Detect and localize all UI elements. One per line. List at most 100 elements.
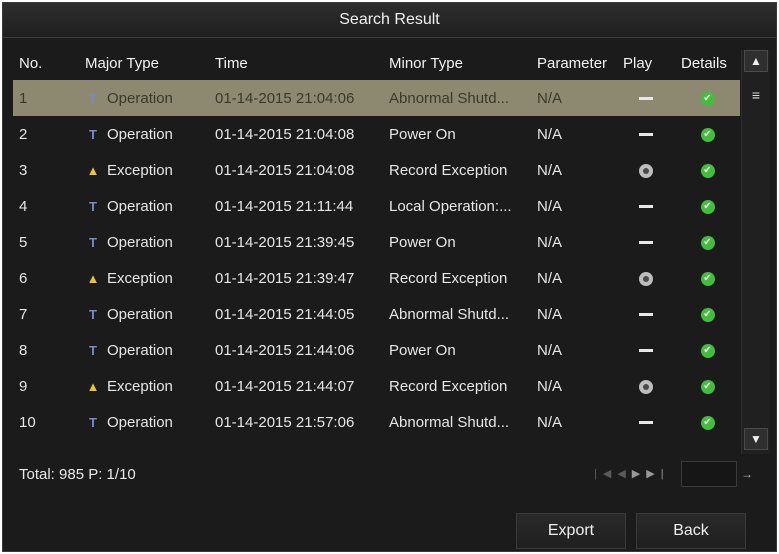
table-row[interactable]: 10 T Operation 01-14-2015 21:57:06 Abnormal …	[13, 404, 740, 440]
table-row[interactable]: 4 T Operation 01-14-2015 21:11:44 Local Oper…	[13, 188, 740, 224]
next-page-icon[interactable]: ▶	[632, 468, 646, 480]
check-icon[interactable]: ✔	[700, 127, 715, 142]
cell-major-type: ▲ Exception	[79, 260, 209, 296]
play-icon[interactable]	[639, 271, 653, 286]
cell-major-type: T Operation	[79, 332, 209, 368]
col-header-no[interactable]: No.	[13, 46, 79, 80]
col-header-major-type[interactable]: Major Type	[79, 46, 209, 80]
operation-icon: T	[89, 306, 97, 322]
pagination-bar: Total: 985 P: 1/10 |◀◀▶▶| →	[11, 461, 769, 489]
cell-minor-type: Record Exception	[389, 269, 508, 287]
scroll-thumb-icon[interactable]: ≡	[746, 88, 766, 102]
scroll-up-icon[interactable]: ▲	[744, 50, 768, 72]
cell-time: 01-14-2015 21:44:07	[215, 377, 355, 395]
table-row[interactable]: 5 T Operation 01-14-2015 21:39:45 Power On N/…	[13, 224, 740, 260]
export-button[interactable]: Export	[516, 513, 626, 549]
cell-parameter: N/A	[537, 233, 563, 251]
cell-time: 01-14-2015 21:57:06	[215, 413, 355, 431]
warning-icon: ▲	[86, 162, 100, 178]
cell-minor-type: Power On	[389, 233, 456, 251]
cell-major-type: T Operation	[79, 80, 209, 116]
check-icon[interactable]: ✔	[700, 91, 715, 106]
cell-minor-type: Abnormal Shutd...	[389, 89, 510, 107]
table-header-row: No. Major Type Time Minor Type Parameter…	[13, 46, 740, 80]
cell-no: 3	[19, 161, 28, 179]
cell-no: 9	[19, 377, 28, 395]
cell-details: ✔	[675, 368, 740, 404]
cell-major-type: T Operation	[79, 224, 209, 260]
table-row[interactable]: 3 ▲ Exception 01-14-2015 21:04:08 Record Exc…	[13, 152, 740, 188]
table-row[interactable]: 9 ▲ Exception 01-14-2015 21:44:07 Record Exc…	[13, 368, 740, 404]
cell-major-type: ▲ Exception	[79, 368, 209, 404]
check-icon[interactable]: ✔	[700, 343, 715, 358]
operation-icon: T	[89, 126, 97, 142]
scroll-down-icon[interactable]: ▼	[744, 428, 768, 450]
check-icon[interactable]: ✔	[700, 307, 715, 322]
col-header-details[interactable]: Details	[675, 46, 740, 80]
cell-major-type: T Operation	[79, 404, 209, 440]
cell-play	[617, 80, 675, 116]
table-row[interactable]: 2 T Operation 01-14-2015 21:04:08 Power On N/…	[13, 116, 740, 152]
play-icon[interactable]	[639, 163, 653, 178]
check-icon[interactable]: ✔	[700, 415, 715, 430]
cell-no: 4	[19, 197, 28, 215]
first-page-icon[interactable]: |◀	[594, 468, 617, 480]
cell-time: 01-14-2015 21:04:08	[215, 125, 355, 143]
check-icon[interactable]: ✔	[700, 235, 715, 250]
dash-icon	[639, 133, 653, 137]
cell-parameter: N/A	[537, 377, 563, 395]
cell-minor-type: Abnormal Shutd...	[389, 305, 510, 323]
back-button[interactable]: Back	[636, 513, 746, 549]
cell-minor-type: Abnormal Shutd...	[389, 413, 510, 431]
cell-details: ✔	[675, 188, 740, 224]
cell-parameter: N/A	[537, 305, 563, 323]
col-header-parameter[interactable]: Parameter	[531, 46, 617, 80]
col-header-minor-type[interactable]: Minor Type	[383, 46, 531, 80]
col-header-time[interactable]: Time	[209, 46, 383, 80]
table-row[interactable]: 8 T Operation 01-14-2015 21:44:06 Power On N/…	[13, 332, 740, 368]
cell-parameter: N/A	[537, 341, 563, 359]
cell-minor-type: Power On	[389, 341, 456, 359]
play-icon[interactable]	[639, 379, 653, 394]
major-type-label: Operation	[107, 341, 173, 359]
table-row[interactable]: 1 T Operation 01-14-2015 21:04:06 Abnormal S…	[13, 80, 740, 116]
cell-details: ✔	[675, 296, 740, 332]
cell-play	[617, 188, 675, 224]
cell-time: 01-14-2015 21:04:08	[215, 161, 355, 179]
cell-details: ✔	[675, 224, 740, 260]
results-scrollbar[interactable]: ▲ ≡ ▼	[741, 50, 770, 454]
major-type-label: Operation	[107, 89, 173, 107]
warning-icon: ▲	[86, 378, 100, 394]
cell-play	[617, 296, 675, 332]
prev-page-icon[interactable]: ◀	[617, 468, 631, 480]
cell-no: 7	[19, 305, 28, 323]
cell-parameter: N/A	[537, 161, 563, 179]
dash-icon	[639, 241, 653, 245]
major-type-label: Exception	[107, 269, 173, 287]
cell-time: 01-14-2015 21:39:45	[215, 233, 355, 251]
table-row[interactable]: 7 T Operation 01-14-2015 21:44:05 Abnormal S…	[13, 296, 740, 332]
go-page-icon[interactable]: →	[741, 467, 753, 481]
cell-major-type: T Operation	[79, 116, 209, 152]
operation-icon: T	[89, 414, 97, 430]
cell-details: ✔	[675, 332, 740, 368]
cell-parameter: N/A	[537, 89, 563, 107]
table-row[interactable]: 6 ▲ Exception 01-14-2015 21:39:47 Record Exc…	[13, 260, 740, 296]
check-icon[interactable]: ✔	[700, 163, 715, 178]
page-number-input[interactable]	[681, 461, 737, 487]
cell-details: ✔	[675, 152, 740, 188]
check-icon[interactable]: ✔	[700, 379, 715, 394]
results-table: No. Major Type Time Minor Type Parameter…	[13, 46, 740, 448]
cell-no: 10	[19, 413, 36, 431]
major-type-label: Exception	[107, 377, 173, 395]
operation-icon: T	[89, 342, 97, 358]
major-type-label: Operation	[107, 413, 173, 431]
col-header-play[interactable]: Play	[617, 46, 675, 80]
cell-play	[617, 152, 675, 188]
cell-major-type: ▲ Exception	[79, 152, 209, 188]
check-icon[interactable]: ✔	[700, 271, 715, 286]
cell-minor-type: Power On	[389, 125, 456, 143]
last-page-icon[interactable]: ▶|	[646, 468, 669, 480]
dialog-title: Search Result	[3, 3, 776, 38]
check-icon[interactable]: ✔	[700, 199, 715, 214]
